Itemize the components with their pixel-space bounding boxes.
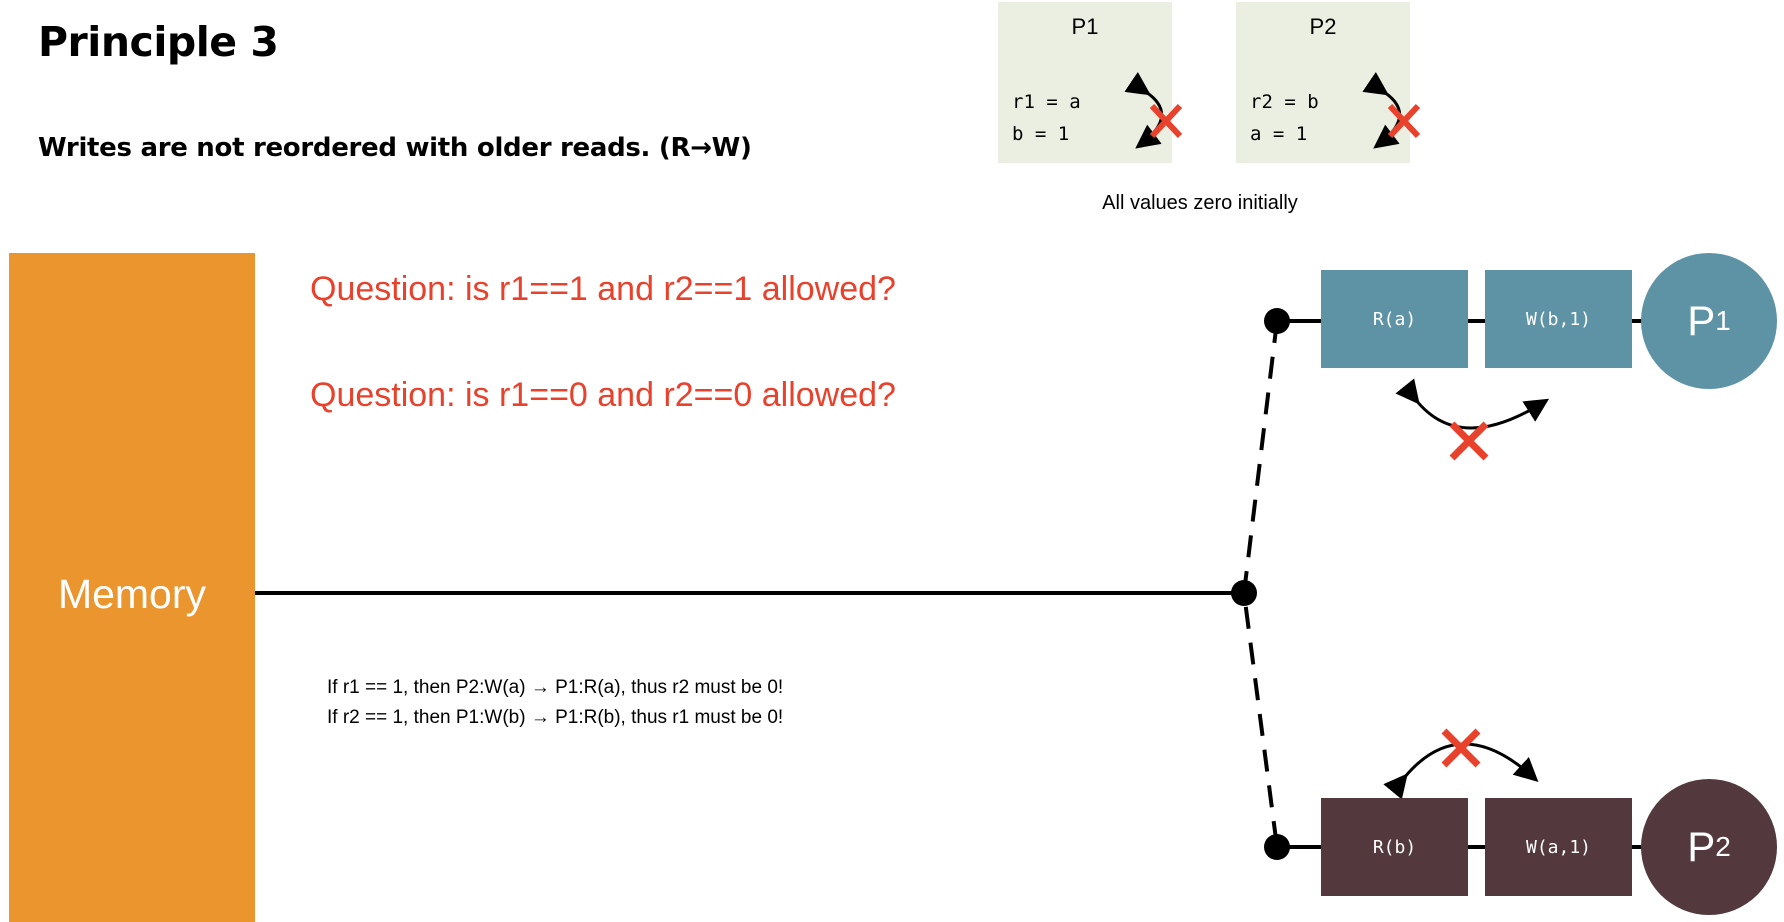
connection-diagram [255, 71, 1650, 860]
p2-name: P [1687, 823, 1716, 870]
p2-op-write: W(a,1) [1485, 798, 1632, 896]
processor-p1: P1 [1641, 253, 1777, 389]
p1-junction-dot [1264, 308, 1290, 334]
p2-subscript: 2 [1715, 831, 1731, 862]
p2-code-arrow-icon [1362, 71, 1402, 149]
p2-code-x-icon [1387, 103, 1421, 139]
p2-op-read: R(b) [1321, 798, 1468, 896]
p1-op-read: R(a) [1321, 270, 1468, 368]
p2-junction-dot [1264, 834, 1290, 860]
p1-name: P [1687, 297, 1716, 344]
p1-subscript: 1 [1715, 305, 1731, 336]
p2-forbidden-x-icon [1441, 728, 1481, 768]
p1-op-write: W(b,1) [1485, 270, 1632, 368]
p1-code-x-icon [1149, 103, 1183, 139]
memory-junction-dot [1231, 580, 1257, 606]
processor-p2: P2 [1641, 779, 1777, 915]
p1-reorder-arrow-icon [1395, 378, 1550, 430]
p1-code-arrow-icon [1124, 71, 1164, 149]
p2-reorder-arrow-icon [1383, 742, 1539, 800]
